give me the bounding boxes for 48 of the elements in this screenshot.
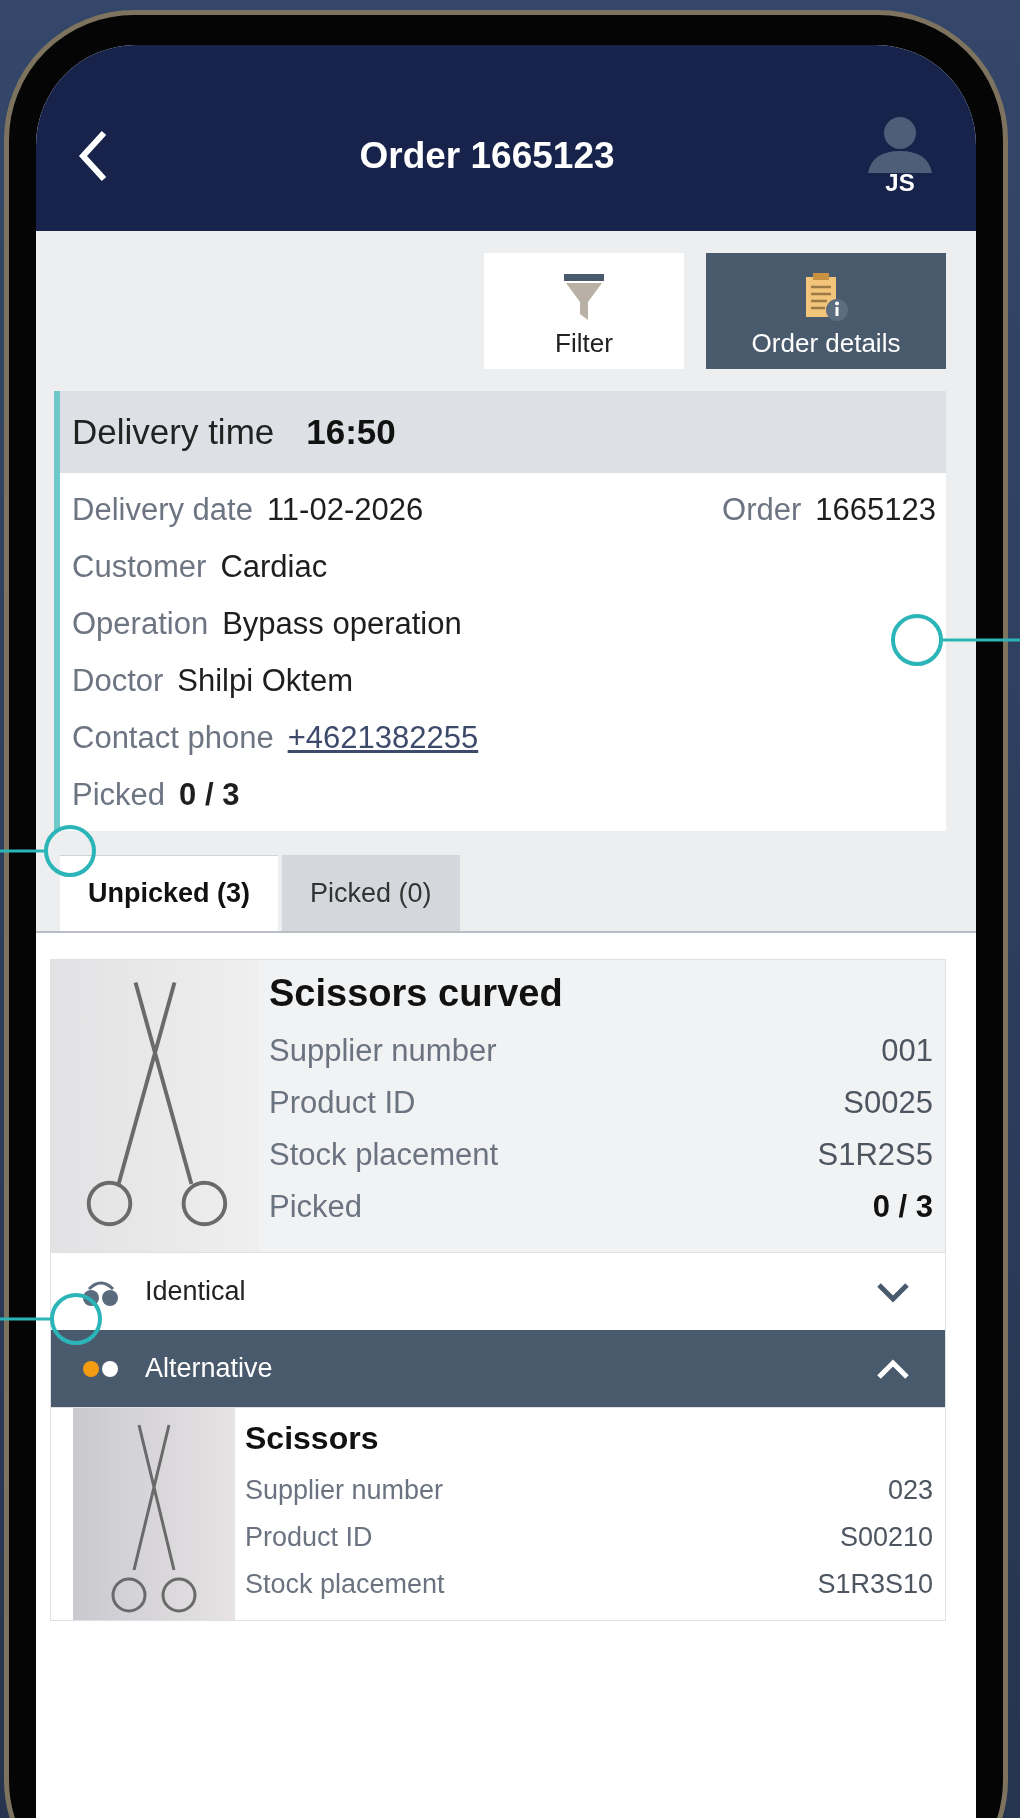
product-name: Scissors: [245, 1420, 380, 1457]
delivery-time-value: 16:50: [306, 412, 396, 452]
product-name: Scissors curved: [269, 972, 564, 1015]
dots-icon: [81, 1359, 121, 1378]
chevron-down-icon: [875, 1280, 911, 1303]
field-value: Bypass operation: [222, 605, 462, 642]
field-label: Doctor: [72, 662, 164, 699]
order-details-button[interactable]: Order details: [706, 253, 946, 369]
field-value: 0 / 3: [179, 776, 240, 813]
clipboard-info-icon: [803, 272, 849, 322]
field-label: Customer: [72, 548, 207, 585]
field-label: Delivery date: [72, 491, 253, 528]
product-field-label: Supplier number: [269, 1033, 497, 1069]
product-field-label: Supplier number: [245, 1475, 444, 1506]
tab[interactable]: Picked (0): [282, 855, 460, 931]
section-header[interactable]: Alternative: [50, 1330, 946, 1407]
product-field-value: S1R2S5: [817, 1137, 933, 1173]
product-field-value: S1R3S10: [817, 1569, 933, 1600]
field-label: Picked: [72, 776, 166, 813]
delivery-time-label: Delivery time: [72, 412, 275, 452]
field-label: Order: [722, 491, 802, 528]
chevron-up-icon: [875, 1357, 911, 1380]
product-field-value: 0 / 3: [872, 1189, 933, 1225]
field-label: Contact phone: [72, 719, 274, 756]
filter-icon: [562, 272, 606, 322]
tab[interactable]: Unpicked (3): [60, 855, 279, 931]
phone-link[interactable]: +4621382255: [287, 719, 479, 756]
product-field-value: S0025: [843, 1085, 933, 1121]
product-field-label: Product ID: [245, 1522, 373, 1553]
field-label: Operation: [72, 605, 209, 642]
section-header[interactable]: Identical: [50, 1253, 946, 1330]
filter-button[interactable]: Filter: [484, 253, 684, 369]
back-icon: [78, 130, 108, 182]
user-initials: JS: [885, 169, 915, 197]
page-title: Order 1665123: [359, 135, 615, 177]
product-field-label: Stock placement: [245, 1569, 445, 1600]
product-field-label: Picked: [269, 1189, 363, 1225]
product-field-value: S00210: [839, 1522, 933, 1553]
product-card[interactable]: Scissors curved Supplier number 001 Product ID S0025 Stock placement S1R2S5 Picked 0 / 3: [50, 959, 946, 1253]
product-field-value: 023: [887, 1475, 933, 1506]
product-field-label: Product ID: [269, 1085, 416, 1121]
alternative-product-card[interactable]: Scissors Supplier number 023 Product ID S00210 Stock placement S1R3S10: [50, 1407, 946, 1621]
field-value: Cardiac: [220, 548, 328, 585]
field-value: 11-02-2026: [266, 491, 424, 528]
product-field-value: 001: [881, 1033, 933, 1069]
field-value: 1665123: [815, 491, 936, 528]
product-field-label: Stock placement: [269, 1137, 499, 1173]
field-value: Shilpi Oktem: [177, 662, 354, 699]
